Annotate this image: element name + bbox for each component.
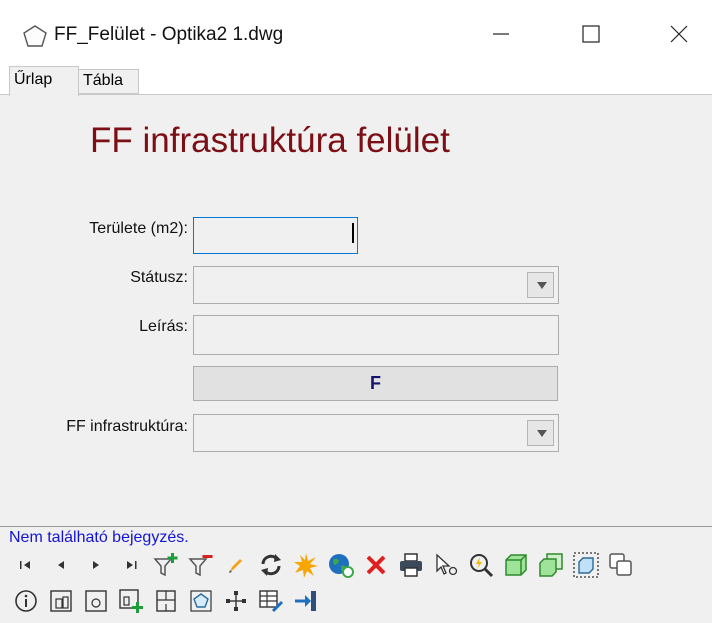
maximize-icon: [582, 25, 600, 43]
text-caret: [352, 223, 354, 243]
status-label: Státusz:: [130, 269, 188, 286]
refresh-icon[interactable]: [255, 549, 286, 581]
tab-urlap[interactable]: Űrlap: [9, 66, 79, 96]
previous-record-icon[interactable]: [45, 549, 76, 581]
add-area-icon[interactable]: [115, 585, 146, 617]
maximize-button[interactable]: [568, 14, 614, 54]
floorplan-icon[interactable]: [150, 585, 181, 617]
tab-tabla[interactable]: Tábla: [79, 69, 139, 94]
highlight-star-icon[interactable]: [290, 549, 321, 581]
add-filter-icon[interactable]: [150, 549, 181, 581]
toolbar-row-2: [10, 585, 325, 617]
close-icon: [670, 25, 688, 43]
chevron-down-icon[interactable]: [527, 272, 554, 298]
select-pointer-icon[interactable]: [430, 549, 461, 581]
form-panel: FF infrastruktúra felület Területe (m2):…: [0, 94, 712, 526]
remove-filter-icon[interactable]: [185, 549, 216, 581]
exit-icon[interactable]: [290, 585, 321, 617]
description-label: Leírás:: [139, 318, 188, 335]
close-button[interactable]: [656, 14, 702, 54]
area-input[interactable]: [193, 217, 358, 254]
pentagon-select-icon[interactable]: [185, 585, 216, 617]
title-bar: FF_Felület - Optika2 1.dwg: [0, 0, 712, 66]
area-label: Területe (m2):: [89, 220, 188, 237]
form-title: FF infrastruktúra felület: [90, 121, 450, 160]
network-icon[interactable]: [220, 585, 251, 617]
next-record-icon[interactable]: [80, 549, 111, 581]
area-measure-icon[interactable]: [45, 585, 76, 617]
minimize-button[interactable]: [478, 14, 524, 54]
description-input[interactable]: [193, 315, 559, 355]
globe-link-icon[interactable]: [325, 549, 356, 581]
dashed-3d-icon[interactable]: [570, 549, 601, 581]
last-record-icon[interactable]: [115, 549, 146, 581]
overlap-icon[interactable]: [605, 549, 636, 581]
chevron-down-icon[interactable]: [527, 420, 554, 446]
status-dropdown[interactable]: [193, 266, 559, 304]
f-button[interactable]: F: [193, 366, 558, 401]
object-icon[interactable]: [80, 585, 111, 617]
table-edit-icon[interactable]: [255, 585, 286, 617]
infrastructure-dropdown[interactable]: [193, 414, 559, 452]
delete-icon[interactable]: [360, 549, 391, 581]
pentagon-icon: [22, 24, 48, 48]
duplicate-3d-icon[interactable]: [535, 549, 566, 581]
edit-pencil-icon[interactable]: [220, 549, 251, 581]
status-toolbar-area: Nem található bejegyzés.: [0, 526, 712, 623]
toolbar-row-1: [10, 549, 640, 581]
status-message: Nem található bejegyzés.: [9, 529, 189, 546]
info-icon[interactable]: [10, 585, 41, 617]
zoom-to-icon[interactable]: [465, 549, 496, 581]
tab-strip: Űrlap Tábla: [0, 66, 712, 96]
minimize-icon: [493, 33, 509, 35]
window-title: FF_Felület - Optika2 1.dwg: [54, 24, 284, 45]
print-icon[interactable]: [395, 549, 426, 581]
infrastructure-label: FF infrastruktúra:: [66, 418, 188, 435]
solid-3d-icon[interactable]: [500, 549, 531, 581]
first-record-icon[interactable]: [10, 549, 41, 581]
